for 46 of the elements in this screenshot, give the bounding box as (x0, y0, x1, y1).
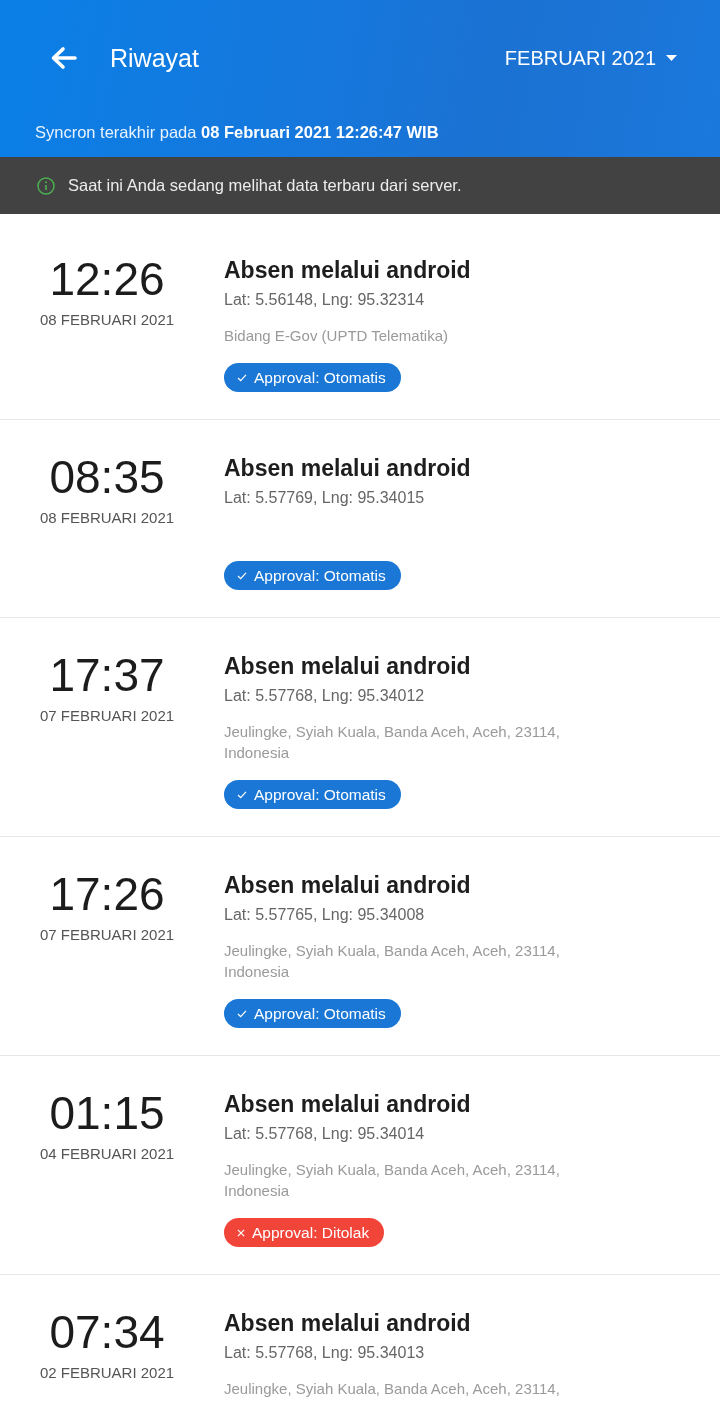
entry-address: Bidang E-Gov (UPTD Telematika) (224, 326, 448, 346)
entry-date: 07 FEBRUARI 2021 (39, 706, 175, 726)
back-button[interactable] (50, 46, 77, 70)
approval-label: Approval: Otomatis (254, 785, 386, 804)
entry-coordinates: Lat: 5.56148, Lng: 95.32314 (224, 290, 425, 310)
cross-icon (237, 1228, 245, 1237)
entry-address: Jeulingke, Syiah Kuala, Banda Aceh, Aceh, 23114, (224, 1379, 560, 1399)
approval-label: Approval: Otomatis (254, 368, 386, 387)
entry-title: Absen melalui android (224, 652, 471, 680)
approval-label: Approval: Otomatis (254, 1004, 386, 1023)
entry-time: 08:35 (49, 454, 165, 500)
entry-time: 01:15 (49, 1090, 165, 1136)
entry-time: 12:26 (49, 256, 165, 302)
entry-time: 17:26 (49, 871, 165, 917)
entry-date: 07 FEBRUARI 2021 (39, 925, 175, 945)
approval-label: Approval: Otomatis (254, 566, 386, 585)
approval-label: Approval: Ditolak (252, 1223, 370, 1242)
arrow-left-icon (50, 46, 77, 70)
entry-title: Absen melalui android (224, 256, 471, 284)
entry-date: 02 FEBRUARI 2021 (39, 1363, 175, 1383)
info-icon (37, 176, 55, 195)
notice-text: Saat ini Anda sedang melihat data terbaru dari server. (68, 176, 462, 195)
entry-title: Absen melalui android (224, 1090, 471, 1118)
entry-coordinates: Lat: 5.57768, Lng: 95.34013 (224, 1343, 425, 1363)
entry-date: 08 FEBRUARI 2021 (39, 310, 175, 330)
entry-time: 07:34 (49, 1309, 165, 1355)
entry-coordinates: Lat: 5.57768, Lng: 95.34014 (224, 1124, 425, 1144)
caret-icon (666, 55, 677, 61)
entry-coordinates: Lat: 5.57768, Lng: 95.34012 (224, 686, 425, 706)
page-title: Riwayat (110, 43, 199, 73)
entry-address: Jeulingke, Syiah Kuala, Banda Aceh, Aceh, 23114, Indonesia (224, 1160, 561, 1201)
check-icon (237, 373, 247, 382)
check-icon (237, 1009, 247, 1018)
entry-title: Absen melalui android (224, 1309, 471, 1337)
check-icon (237, 571, 247, 580)
entry-title: Absen melalui android (224, 454, 471, 482)
sync-status-text: Syncron terakhir pada 08 Februari 2021 12:26:47 WIB (34, 122, 440, 143)
entry-address: Jeulingke, Syiah Kuala, Banda Aceh, Aceh, 23114, Indonesia (224, 941, 561, 982)
entry-address: Jeulingke, Syiah Kuala, Banda Aceh, Aceh, 23114, Indonesia (224, 722, 561, 763)
entry-coordinates: Lat: 5.57769, Lng: 95.34015 (224, 488, 425, 508)
entry-coordinates: Lat: 5.57765, Lng: 95.34008 (224, 905, 425, 925)
check-icon (237, 790, 247, 799)
entry-title: Absen melalui android (224, 871, 471, 899)
entry-date: 04 FEBRUARI 2021 (39, 1144, 175, 1164)
entry-time: 17:37 (49, 652, 165, 698)
entry-date: 08 FEBRUARI 2021 (39, 508, 175, 528)
